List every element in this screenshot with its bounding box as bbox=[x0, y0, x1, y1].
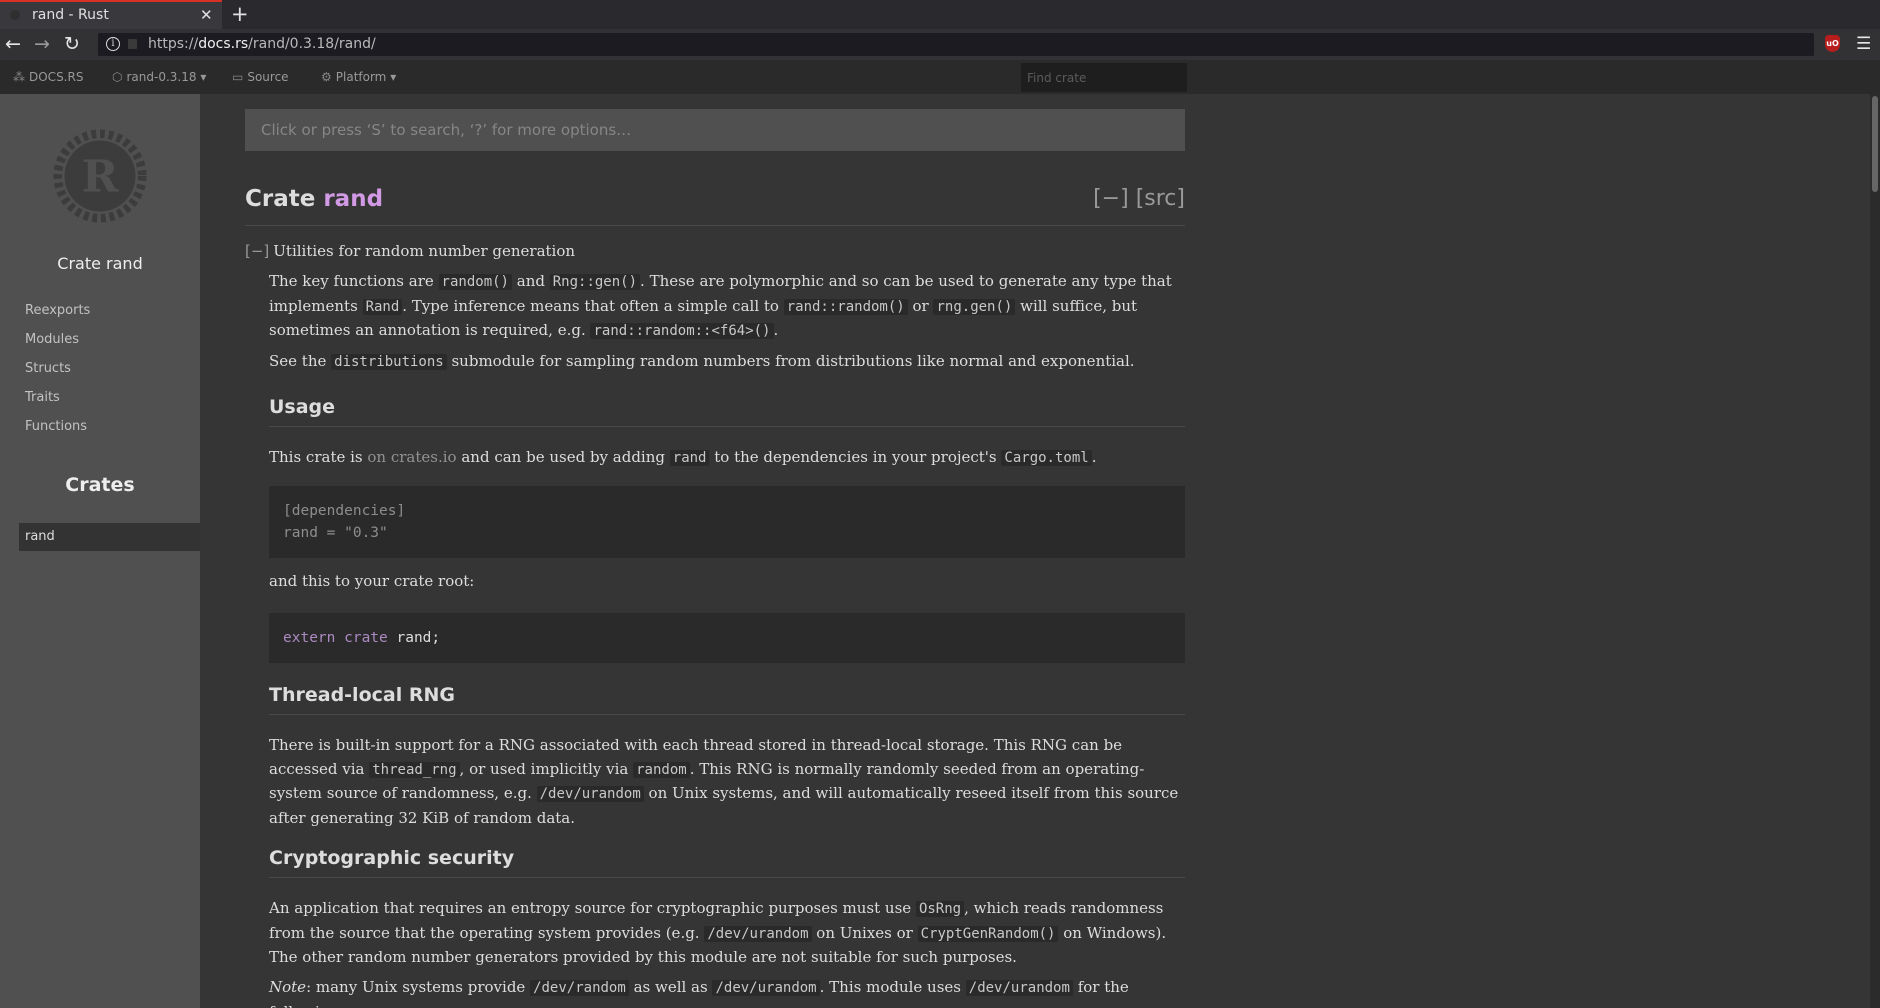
code-osrng-link[interactable]: OsRng bbox=[915, 901, 965, 917]
title-controls: [−] [src] bbox=[1093, 186, 1185, 211]
page-title: Crate rand [−] [src] bbox=[245, 186, 1185, 226]
browser-tab[interactable]: rand - Rust ✕ bbox=[0, 0, 222, 29]
tab-title: rand - Rust bbox=[32, 7, 109, 23]
code-rng-gen-call[interactable]: rng.gen() bbox=[933, 298, 1016, 315]
src-link[interactable]: [src] bbox=[1136, 186, 1185, 211]
paragraph-crypto: An application that requires an entropy … bbox=[269, 899, 1167, 966]
code-random-fn-link[interactable]: random bbox=[633, 761, 690, 778]
collapse-all-toggle[interactable]: [−] bbox=[1093, 186, 1129, 211]
heading-thread-local-rng[interactable]: Thread-local RNG bbox=[269, 684, 1185, 715]
info-icon[interactable]: i bbox=[106, 37, 120, 51]
hamburger-menu-icon[interactable]: ☰ bbox=[1856, 33, 1871, 55]
sidebar-crate-rand[interactable]: rand bbox=[19, 523, 200, 551]
sidebar-item-traits[interactable]: Traits bbox=[25, 390, 60, 405]
cubes-icon: ⁂ bbox=[13, 70, 25, 84]
browser-tab-bar: rand - Rust ✕ + bbox=[0, 0, 1880, 29]
gears-icon: ⚙ bbox=[321, 70, 332, 84]
code-thread-rng-link[interactable]: thread_rng bbox=[369, 761, 460, 778]
crate-name: rand bbox=[323, 186, 384, 212]
url-text[interactable]: https://docs.rs/rand/0.3.18/rand/ bbox=[148, 36, 376, 52]
cube-icon: ⬡ bbox=[112, 70, 123, 84]
new-tab-button[interactable]: + bbox=[231, 1, 249, 27]
svg-text:R: R bbox=[82, 151, 119, 202]
paragraph-usage: This crate is on crates.io and can be us… bbox=[269, 448, 1097, 466]
docsrs-home-link[interactable]: ⁂ DOCS.RS bbox=[13, 70, 83, 84]
sidebar-item-reexports[interactable]: Reexports bbox=[25, 303, 90, 318]
crates-io-link[interactable]: on crates.io bbox=[367, 448, 456, 466]
code-distributions-link[interactable]: distributions bbox=[331, 354, 447, 370]
scrollbar-thumb[interactable] bbox=[1872, 96, 1878, 192]
sidebar-item-functions[interactable]: Functions bbox=[25, 419, 87, 434]
sidebar-item-modules[interactable]: Modules bbox=[25, 332, 79, 347]
ublock-origin-icon[interactable]: uO bbox=[1825, 35, 1840, 52]
url-bar[interactable]: i https://docs.rs/rand/0.3.18/rand/ bbox=[98, 33, 1814, 56]
code-dev-random: /dev/random bbox=[530, 980, 629, 996]
code-cryptgenrandom: CryptGenRandom() bbox=[917, 925, 1059, 942]
code-block-extern-crate: extern crate rand; bbox=[269, 613, 1185, 663]
code-rand-link[interactable]: Rand bbox=[362, 298, 403, 315]
code-rand: rand bbox=[669, 450, 710, 466]
main-content: Crate rand [−] [src] [−]Utilities for ra… bbox=[200, 94, 1870, 1008]
code-dev-urandom: /dev/urandom bbox=[712, 980, 820, 996]
code-cargo-toml: Cargo.toml bbox=[1001, 450, 1092, 466]
paragraph-key-functions: The key functions are random() and Rng::… bbox=[269, 272, 1172, 339]
rust-logo-icon[interactable]: R bbox=[52, 128, 148, 224]
sidebar-item-structs[interactable]: Structs bbox=[25, 361, 71, 376]
code-random-f64[interactable]: rand::random::<f64>() bbox=[590, 323, 774, 339]
code-block-dependencies: [dependencies] rand = "0.3" bbox=[269, 486, 1185, 558]
paragraph-distributions: See the distributions submodule for samp… bbox=[269, 352, 1135, 370]
forward-arrow-icon[interactable]: → bbox=[34, 32, 50, 56]
code-random-link[interactable]: random() bbox=[438, 274, 512, 290]
browser-nav-bar: ← → ↻ i https://docs.rs/rand/0.3.18/rand… bbox=[0, 29, 1880, 60]
paragraph-crate-root: and this to your crate root: bbox=[269, 572, 475, 590]
close-icon[interactable]: ✕ bbox=[200, 6, 213, 24]
heading-usage[interactable]: Usage bbox=[269, 396, 1185, 427]
source-link[interactable]: ▭ Source bbox=[232, 70, 289, 84]
docblock-toggle[interactable]: [−] bbox=[245, 242, 269, 260]
paragraph-note: Note: many Unix systems provide /dev/ran… bbox=[269, 978, 1129, 1008]
crates-heading: Crates bbox=[65, 474, 135, 496]
platform-menu[interactable]: ⚙ Platform ▾ bbox=[321, 70, 396, 84]
code-dev-urandom: /dev/urandom bbox=[965, 980, 1073, 996]
sidebar-crate-title[interactable]: Crate rand bbox=[0, 254, 200, 273]
folder-icon: ▭ bbox=[232, 70, 244, 84]
scrollbar-track[interactable] bbox=[1870, 94, 1880, 1008]
summary-line: [−] Utilities for random number generatio… bbox=[245, 242, 576, 260]
code-rng-gen-link[interactable]: Rng::gen() bbox=[549, 274, 641, 290]
code-dev-urandom: /dev/urandom bbox=[704, 925, 812, 942]
back-arrow-icon[interactable]: ← bbox=[5, 32, 21, 56]
sidebar: R Crate rand Reexports Modules Structs T… bbox=[0, 94, 200, 1008]
docsrs-top-bar: ⁂ DOCS.RS ⬡ rand-0.3.18 ▾ ▭ Source ⚙ Platfor… bbox=[0, 60, 1880, 94]
code-dev-urandom: /dev/urandom bbox=[536, 786, 644, 802]
rust-favicon-icon bbox=[10, 10, 20, 20]
heading-cryptographic-security[interactable]: Cryptographic security bbox=[269, 847, 1185, 878]
paragraph-thread-local: There is built-in support for a RNG asso… bbox=[269, 736, 1179, 827]
lock-icon bbox=[128, 39, 137, 49]
search-input[interactable] bbox=[245, 109, 1185, 151]
reload-icon[interactable]: ↻ bbox=[64, 32, 80, 56]
crate-version-menu[interactable]: ⬡ rand-0.3.18 ▾ bbox=[112, 70, 206, 84]
find-crate-input[interactable] bbox=[1021, 63, 1187, 92]
code-rand-random-link[interactable]: rand::random() bbox=[783, 298, 908, 315]
